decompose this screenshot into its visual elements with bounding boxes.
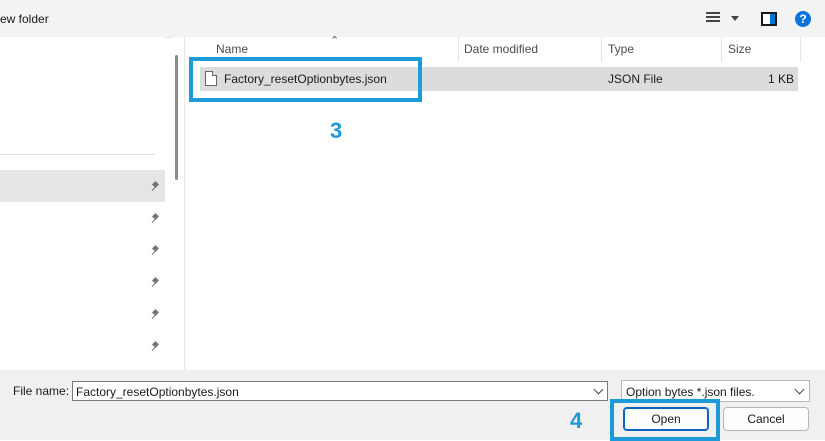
- cancel-button[interactable]: Cancel: [723, 407, 809, 431]
- file-size: 1 KB: [767, 72, 794, 86]
- nav-divider: [0, 154, 155, 155]
- pin-icon[interactable]: [150, 182, 160, 192]
- chevron-down-icon[interactable]: [593, 384, 604, 395]
- scrollbar-thumb[interactable]: [175, 55, 178, 180]
- column-separator[interactable]: [601, 37, 602, 62]
- column-header-size[interactable]: Size: [728, 42, 751, 56]
- column-separator[interactable]: [458, 37, 459, 62]
- view-options-icon[interactable]: [706, 12, 720, 24]
- column-header-date-modified[interactable]: Date modified: [464, 42, 538, 56]
- pin-icon[interactable]: [150, 342, 160, 352]
- file-name-input[interactable]: Factory_resetOptionbytes.json: [72, 381, 608, 401]
- pin-icon[interactable]: [150, 246, 160, 256]
- callout-number-4: 4: [570, 408, 583, 433]
- pin-icon[interactable]: [150, 278, 160, 288]
- column-separator[interactable]: [800, 37, 801, 62]
- new-folder-button[interactable]: ew folder: [0, 12, 49, 26]
- sort-ascending-icon: ⌃: [330, 35, 340, 47]
- preview-pane-icon[interactable]: [761, 12, 777, 26]
- nav-item-selected[interactable]: [0, 170, 165, 202]
- column-header-name[interactable]: Name: [216, 42, 248, 56]
- file-name-value: Factory_resetOptionbytes.json: [76, 385, 239, 399]
- pin-icon[interactable]: [150, 214, 160, 224]
- navigation-pane: [0, 37, 165, 370]
- pin-icon[interactable]: [150, 310, 160, 320]
- file-type: JSON File: [608, 72, 663, 86]
- callout-box-file: [189, 57, 422, 102]
- column-header-type[interactable]: Type: [608, 42, 634, 56]
- help-icon[interactable]: ?: [795, 11, 811, 27]
- dropdown-caret-icon[interactable]: [731, 16, 739, 21]
- nav-scrollbar[interactable]: [172, 37, 183, 370]
- file-name-label: File name:: [13, 384, 70, 398]
- column-separator[interactable]: [721, 37, 722, 62]
- callout-number-3: 3: [330, 118, 343, 143]
- toolbar: ew folder ?: [0, 0, 825, 38]
- file-type-value: Option bytes *.json files.: [626, 385, 755, 399]
- chevron-down-icon[interactable]: [794, 384, 805, 395]
- callout-box-open: [610, 399, 720, 441]
